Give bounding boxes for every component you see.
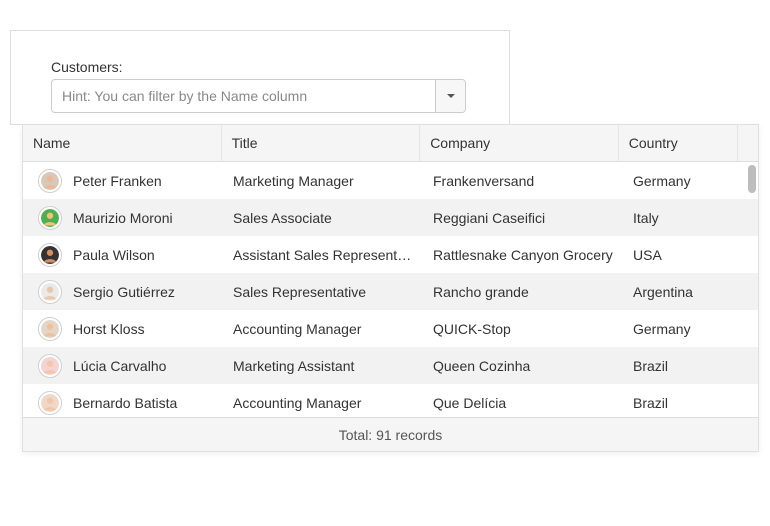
cell-title: Sales Associate (223, 199, 423, 236)
customers-grid: Name Title Company Country Peter Franken… (22, 124, 759, 452)
col-header-scroll (738, 125, 758, 161)
cell-name: Lúcia Carvalho (23, 347, 223, 384)
cell-title: Sales Representative (223, 273, 423, 310)
table-row[interactable]: Maurizio Moroni Sales AssociateReggiani C… (23, 199, 758, 236)
cell-title: Accounting Manager (223, 384, 423, 417)
avatar (39, 207, 61, 229)
table-row[interactable]: Lúcia Carvalho Marketing AssistantQueen C… (23, 347, 758, 384)
grid-header-row: Name Title Company Country (23, 125, 758, 162)
table-row[interactable]: Sergio Gutiérrez Sales RepresentativeRanc… (23, 273, 758, 310)
cell-name: Paula Wilson (23, 236, 223, 273)
grid-scrollbar[interactable] (748, 165, 756, 415)
customers-combo[interactable] (51, 79, 466, 113)
cell-country: Germany (623, 162, 743, 199)
cell-name: Sergio Gutiérrez (23, 273, 223, 310)
customers-input[interactable] (52, 80, 435, 112)
combo-dropdown-button[interactable] (435, 80, 465, 112)
cell-name-text: Horst Kloss (73, 321, 145, 337)
table-row[interactable]: Horst Kloss Accounting ManagerQUICK-StopG… (23, 310, 758, 347)
cell-company: Reggiani Caseifici (423, 199, 623, 236)
cell-title: Accounting Manager (223, 310, 423, 347)
cell-name: Horst Kloss (23, 310, 223, 347)
col-header-country[interactable]: Country (619, 125, 738, 161)
table-row[interactable]: Peter Franken Marketing ManagerFrankenver… (23, 162, 758, 199)
cell-name-text: Maurizio Moroni (73, 210, 173, 226)
avatar (39, 392, 61, 414)
cell-country: Brazil (623, 384, 743, 417)
cell-company: Queen Cozinha (423, 347, 623, 384)
avatar (39, 170, 61, 192)
grid-scrollbar-thumb[interactable] (748, 165, 756, 193)
col-header-title[interactable]: Title (222, 125, 421, 161)
cell-company: Rattlesnake Canyon Grocery (423, 236, 623, 273)
cell-country: Brazil (623, 347, 743, 384)
avatar (39, 244, 61, 266)
avatar (39, 355, 61, 377)
cell-title: Marketing Manager (223, 162, 423, 199)
grid-body: Peter Franken Marketing ManagerFrankenver… (23, 162, 758, 417)
grid-footer: Total: 91 records (23, 417, 758, 451)
cell-country: USA (623, 236, 743, 273)
avatar (39, 281, 61, 303)
cell-company: Frankenversand (423, 162, 623, 199)
cell-name-text: Bernardo Batista (73, 395, 177, 411)
cell-name-text: Lúcia Carvalho (73, 358, 166, 374)
avatar (39, 318, 61, 340)
cell-company: Que Delícia (423, 384, 623, 417)
cell-country: Argentina (623, 273, 743, 310)
cell-company: QUICK-Stop (423, 310, 623, 347)
col-header-company[interactable]: Company (420, 125, 619, 161)
cell-country: Germany (623, 310, 743, 347)
customers-label: Customers: (51, 59, 509, 75)
cell-name: Maurizio Moroni (23, 199, 223, 236)
cell-name-text: Peter Franken (73, 173, 162, 189)
cell-name: Peter Franken (23, 162, 223, 199)
chevron-down-icon (446, 88, 456, 104)
grid-footer-text: Total: 91 records (339, 427, 443, 443)
cell-name-text: Sergio Gutiérrez (73, 284, 175, 300)
filter-panel: Customers: (10, 30, 510, 125)
cell-title: Marketing Assistant (223, 347, 423, 384)
table-row[interactable]: Paula Wilson Assistant Sales Represent…Ra… (23, 236, 758, 273)
cell-country: Italy (623, 199, 743, 236)
cell-company: Rancho grande (423, 273, 623, 310)
cell-name-text: Paula Wilson (73, 247, 155, 263)
table-row[interactable]: Bernardo Batista Accounting ManagerQue De… (23, 384, 758, 417)
cell-name: Bernardo Batista (23, 384, 223, 417)
col-header-name[interactable]: Name (23, 125, 222, 161)
cell-title: Assistant Sales Represent… (223, 236, 423, 273)
